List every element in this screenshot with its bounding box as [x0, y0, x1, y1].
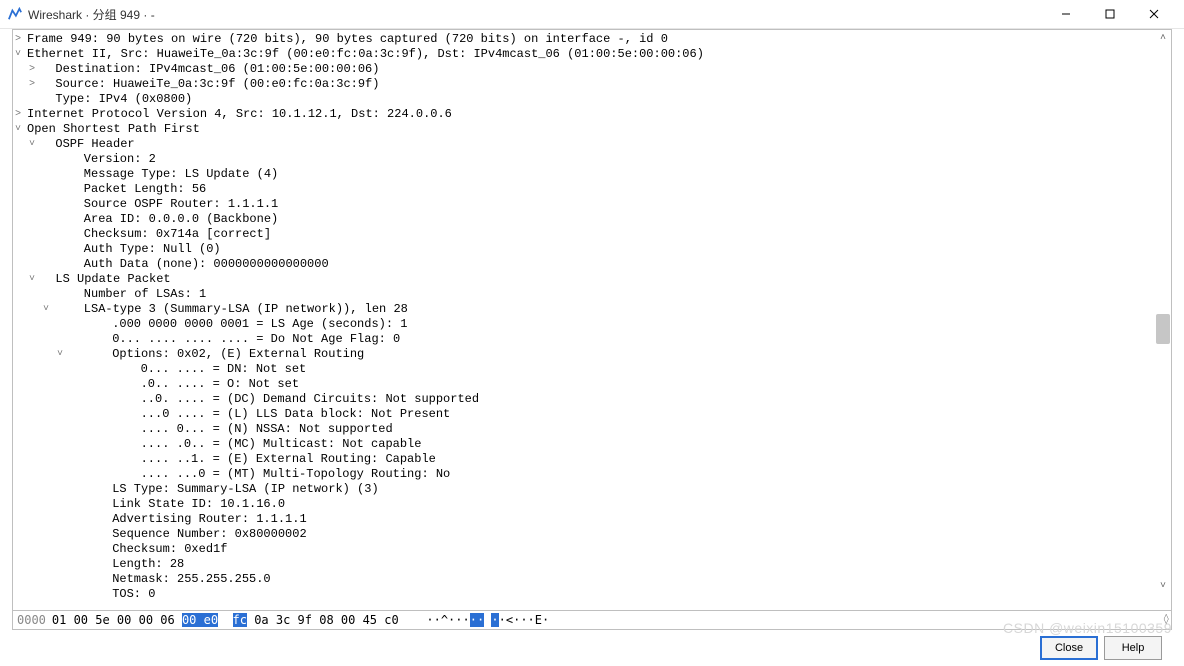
tree-row[interactable]: ˃ Source: HuaweiTe_0a:3c:9f (00:e0:fc:0a… — [27, 77, 1171, 92]
tree-row[interactable]: Auth Data (none): 0000000000000000 — [27, 257, 1171, 272]
tree-row[interactable]: Advertising Router: 1.1.1.1 — [27, 512, 1171, 527]
help-button[interactable]: Help — [1104, 636, 1162, 660]
tree-row[interactable]: Source OSPF Router: 1.1.1.1 — [27, 197, 1171, 212]
scroll-up-icon[interactable]: ˄ — [1156, 31, 1170, 45]
tree-row[interactable]: Number of LSAs: 1 — [27, 287, 1171, 302]
tree-row[interactable]: ...0 .... = (L) LLS Data block: Not Pres… — [27, 407, 1171, 422]
maximize-button[interactable] — [1088, 0, 1132, 28]
tree-row[interactable]: Packet Length: 56 — [27, 182, 1171, 197]
tree-row[interactable]: Message Type: LS Update (4) — [27, 167, 1171, 182]
tree-row[interactable]: Length: 28 — [27, 557, 1171, 572]
tree-row[interactable]: Link State ID: 10.1.16.0 — [27, 497, 1171, 512]
hex-offset: 0000 — [13, 613, 46, 627]
tree-row[interactable]: ˅ OSPF Header — [27, 137, 1171, 152]
tree-row[interactable]: .0.. .... = O: Not set — [27, 377, 1171, 392]
tree-row[interactable]: ˅Ethernet II, Src: HuaweiTe_0a:3c:9f (00… — [27, 47, 1171, 62]
hex-ascii: ··^····· ··<···E· — [399, 613, 550, 627]
tree-row[interactable]: Checksum: 0xed1f — [27, 542, 1171, 557]
minimize-button[interactable] — [1044, 0, 1088, 28]
window-title: Wireshark · 分组 949 · - — [28, 6, 1044, 23]
tree-row[interactable]: .... .0.. = (MC) Multicast: Not capable — [27, 437, 1171, 452]
tree-row[interactable]: ˃Frame 949: 90 bytes on wire (720 bits),… — [27, 32, 1171, 47]
tree-row[interactable]: Area ID: 0.0.0.0 (Backbone) — [27, 212, 1171, 227]
tree-row[interactable]: ˃ Destination: IPv4mcast_06 (01:00:5e:00… — [27, 62, 1171, 77]
tree-row[interactable]: ˃Internet Protocol Version 4, Src: 10.1.… — [27, 107, 1171, 122]
packet-details-tree[interactable]: ˄ ˅ ˃Frame 949: 90 bytes on wire (720 bi… — [12, 29, 1172, 611]
tree-row[interactable]: .... 0... = (N) NSSA: Not supported — [27, 422, 1171, 437]
tree-row[interactable]: TOS: 0 — [27, 587, 1171, 602]
close-button[interactable]: Close — [1040, 636, 1098, 660]
tree-row[interactable]: Version: 2 — [27, 152, 1171, 167]
tree-row[interactable]: ˅ LSA-type 3 (Summary-LSA (IP network)),… — [27, 302, 1171, 317]
tree-row[interactable]: LS Type: Summary-LSA (IP network) (3) — [27, 482, 1171, 497]
tree-row[interactable]: Auth Type: Null (0) — [27, 242, 1171, 257]
tree-row[interactable]: .... ..1. = (E) External Routing: Capabl… — [27, 452, 1171, 467]
tree-row[interactable]: Netmask: 255.255.255.0 — [27, 572, 1171, 587]
tree-row[interactable]: ˅ LS Update Packet — [27, 272, 1171, 287]
titlebar: Wireshark · 分组 949 · - — [0, 0, 1184, 29]
packet-bytes-row[interactable]: 0000 01 00 5e 00 00 06 00 e0 fc 0a 3c 9f… — [12, 611, 1172, 630]
tree-row[interactable]: ..0. .... = (DC) Demand Circuits: Not su… — [27, 392, 1171, 407]
tree-row[interactable]: ˅Open Shortest Path First — [27, 122, 1171, 137]
tree-row[interactable]: 0... .... .... .... = Do Not Age Flag: 0 — [27, 332, 1171, 347]
scrollbar-thumb[interactable] — [1156, 314, 1170, 344]
tree-row[interactable]: ˅ Options: 0x02, (E) External Routing — [27, 347, 1171, 362]
tree-row[interactable]: .000 0000 0000 0001 = LS Age (seconds): … — [27, 317, 1171, 332]
scroll-down-icon[interactable]: ˅ — [1156, 579, 1170, 593]
tree-row[interactable]: 0... .... = DN: Not set — [27, 362, 1171, 377]
tree-row[interactable]: Type: IPv4 (0x0800) — [27, 92, 1171, 107]
hex-bytes: 01 00 5e 00 00 06 00 e0 fc 0a 3c 9f 08 0… — [46, 613, 399, 627]
watermark: CSDN @weixin15100359 — [1003, 620, 1172, 636]
wireshark-logo-icon — [8, 7, 22, 21]
tree-row[interactable]: Sequence Number: 0x80000002 — [27, 527, 1171, 542]
close-window-button[interactable] — [1132, 0, 1176, 28]
tree-row[interactable]: Checksum: 0x714a [correct] — [27, 227, 1171, 242]
tree-row[interactable]: .... ...0 = (MT) Multi-Topology Routing:… — [27, 467, 1171, 482]
